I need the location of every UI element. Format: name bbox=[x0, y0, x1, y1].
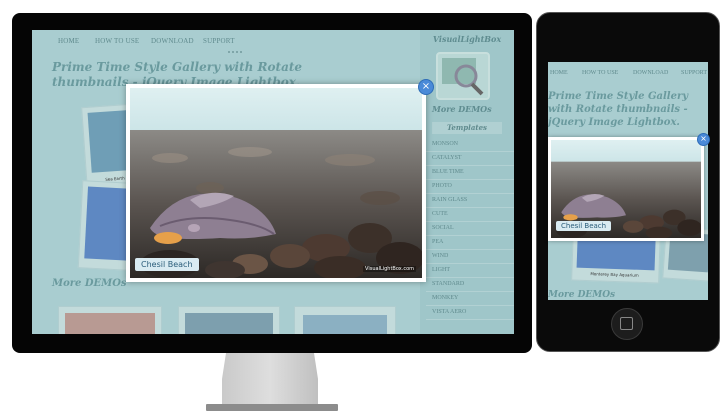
demo-thumb-image bbox=[185, 313, 273, 334]
nav-support[interactable]: SUPPORT bbox=[203, 37, 235, 45]
template-item[interactable]: LIGHT bbox=[426, 264, 514, 278]
template-item[interactable]: PEA bbox=[426, 236, 514, 250]
lightbox-photo: Chesil Beach VisualLightBox.com bbox=[130, 88, 422, 278]
sidebar: VisualLightBox More DEMOs Templates MONS… bbox=[420, 30, 514, 334]
demo-thumb-image bbox=[65, 313, 155, 334]
demo-thumb[interactable] bbox=[58, 306, 162, 334]
nav-download[interactable]: DOWNLOAD bbox=[151, 37, 194, 45]
nav-how-to-use[interactable]: HOW TO USE bbox=[95, 37, 139, 45]
lightbox-credit: VisualLightBox.com bbox=[363, 266, 416, 272]
lightbox-caption: Chesil Beach bbox=[135, 258, 199, 271]
more-demos-heading: More DEMOs bbox=[52, 278, 127, 289]
close-icon[interactable]: × bbox=[697, 133, 710, 146]
mobile-more-demos: More DEMOs bbox=[548, 290, 616, 300]
templates-list: MONSON CATALYST BLUE TIME PHOTO RAIN GLA… bbox=[426, 138, 514, 320]
nav-how-to-use[interactable]: HOW TO USE bbox=[582, 70, 618, 76]
template-item[interactable]: MONKEY bbox=[426, 292, 514, 306]
template-item[interactable]: PHOTO bbox=[426, 180, 514, 194]
mobile-page-title: Prime Time Style Gallery with Rotate thu… bbox=[548, 91, 689, 128]
lightbox-window: Chesil Beach VisualLightBox.com bbox=[126, 84, 426, 282]
mobile-nav: HOME HOW TO USE DOWNLOAD SUPPORT bbox=[548, 62, 708, 80]
demo-thumb[interactable] bbox=[294, 306, 396, 334]
nav-dots bbox=[228, 51, 242, 56]
nav-home[interactable]: HOME bbox=[550, 70, 568, 76]
template-item[interactable]: SOCIAL bbox=[426, 222, 514, 236]
nav-support[interactable]: SUPPORT bbox=[681, 70, 707, 76]
mobile-lightbox-photo: Chesil Beach bbox=[551, 140, 701, 238]
template-item[interactable]: RAIN GLASS bbox=[426, 194, 514, 208]
nav-home[interactable]: HOME bbox=[58, 37, 79, 45]
template-item[interactable]: BLUE TIME bbox=[426, 166, 514, 180]
templates-heading: Templates bbox=[432, 122, 502, 134]
template-item[interactable]: WIND bbox=[426, 250, 514, 264]
mobile-lightbox-window: Chesil Beach bbox=[548, 137, 704, 241]
shell-photo bbox=[130, 88, 422, 278]
template-item[interactable]: VISTA AERO bbox=[426, 306, 514, 320]
demo-thumb-image bbox=[303, 315, 387, 334]
mobile-lightbox-caption: Chesil Beach bbox=[556, 221, 612, 231]
magnifier-logo-icon[interactable] bbox=[436, 52, 490, 100]
template-item[interactable]: STANDARD bbox=[426, 278, 514, 292]
template-item[interactable]: CUTE bbox=[426, 208, 514, 222]
template-item[interactable]: CATALYST bbox=[426, 152, 514, 166]
demo-thumb[interactable] bbox=[178, 306, 280, 334]
close-icon[interactable]: × bbox=[418, 79, 434, 95]
thumb-caption: Monterey Bay Aquarium bbox=[590, 271, 639, 278]
home-square-icon bbox=[620, 317, 633, 330]
top-nav: HOME HOW TO USE DOWNLOAD SUPPORT bbox=[32, 30, 412, 52]
monitor-stand-neck bbox=[222, 353, 318, 405]
sidebar-more-demos: More DEMOs bbox=[432, 104, 492, 114]
nav-download[interactable]: DOWNLOAD bbox=[633, 70, 668, 76]
monitor-stand-base bbox=[206, 404, 338, 411]
sidebar-title: VisualLightBox bbox=[432, 34, 502, 44]
template-item[interactable]: MONSON bbox=[426, 138, 514, 152]
